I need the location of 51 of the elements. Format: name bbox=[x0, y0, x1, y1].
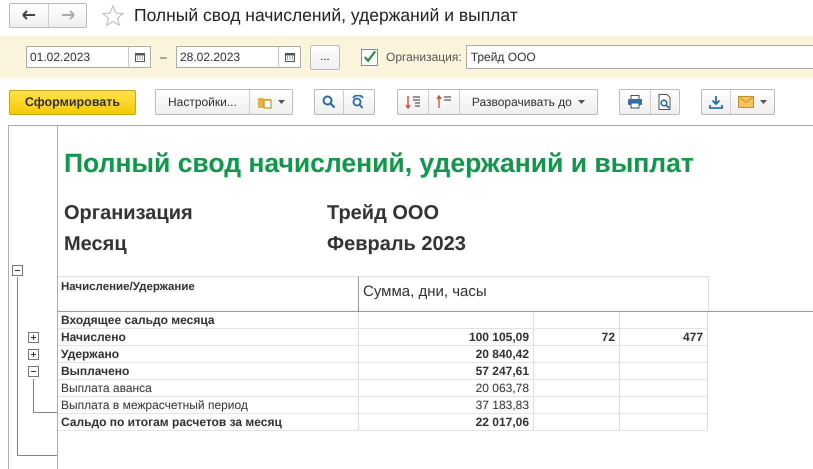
search-icon bbox=[322, 95, 336, 109]
caret-icon bbox=[578, 100, 585, 104]
organization-checkbox[interactable] bbox=[361, 48, 378, 66]
collapse-toggle[interactable] bbox=[28, 366, 39, 377]
table-cell: 57 247,61 bbox=[359, 363, 534, 380]
parameter-value: Февраль 2023 bbox=[327, 233, 466, 256]
forward-arrow-icon bbox=[60, 10, 74, 20]
window-title: Полный свод начислений, удержаний и выплат bbox=[134, 4, 518, 26]
folder-icon bbox=[256, 95, 272, 109]
table-cell: 22 017,06 bbox=[359, 414, 534, 431]
caret-icon bbox=[760, 100, 767, 104]
table-cell: Выплачено bbox=[58, 363, 359, 380]
table-cell: Сальдо по итогам расчетов за месяц bbox=[58, 414, 359, 431]
star-icon[interactable] bbox=[102, 4, 124, 26]
table-cell: 20 840,42 bbox=[359, 346, 534, 363]
table-cell: 37 183,83 bbox=[359, 397, 534, 414]
generate-button[interactable]: Сформировать bbox=[9, 90, 136, 114]
parameter-value: Трейд ООО bbox=[327, 202, 440, 225]
organization-field[interactable]: Трейд ООО bbox=[466, 45, 813, 69]
date-field[interactable]: 28.02.2023 bbox=[176, 46, 301, 68]
column-header: Сумма, дни, часы bbox=[359, 276, 709, 311]
table-cell: Выплата в межрасчетный период bbox=[58, 397, 359, 414]
table-cell: Выплата аванса bbox=[58, 380, 359, 397]
expand-toggle[interactable] bbox=[28, 332, 39, 343]
range-dash: – bbox=[159, 50, 168, 64]
download-icon bbox=[708, 95, 723, 109]
date-field[interactable]: 01.02.2023 bbox=[26, 46, 151, 68]
table-cell: Входящее сальдо месяца bbox=[58, 312, 359, 329]
period-button[interactable]: ... bbox=[310, 44, 340, 70]
parameter-label: Организация bbox=[64, 202, 194, 225]
printer-icon bbox=[626, 95, 643, 109]
envelope-icon bbox=[738, 96, 754, 108]
report-title: Полный свод начислений, удержаний и выплат bbox=[63, 147, 695, 179]
collapse-toggle[interactable] bbox=[12, 265, 23, 276]
calendar-icon bbox=[134, 52, 144, 62]
table-cell: Удержано bbox=[58, 346, 359, 363]
sort-up-icon bbox=[436, 95, 452, 109]
parameter-label: Месяц bbox=[64, 233, 128, 256]
table-cell: 20 063,78 bbox=[359, 380, 534, 397]
table-cell: 100 105,09 bbox=[359, 329, 534, 346]
table-cell: Начислено bbox=[58, 329, 359, 346]
back-arrow-icon bbox=[22, 10, 36, 20]
table-cell: 477 bbox=[620, 329, 708, 346]
calendar-icon bbox=[284, 52, 294, 62]
preview-icon bbox=[658, 94, 672, 110]
table-cell: 72 bbox=[534, 329, 620, 346]
expand-toggle[interactable] bbox=[28, 349, 39, 360]
organization-label: Организация: bbox=[386, 50, 462, 64]
caret-icon bbox=[278, 100, 285, 104]
column-header: Начисление/Удержание bbox=[58, 276, 359, 311]
sort-down-icon bbox=[404, 95, 421, 109]
